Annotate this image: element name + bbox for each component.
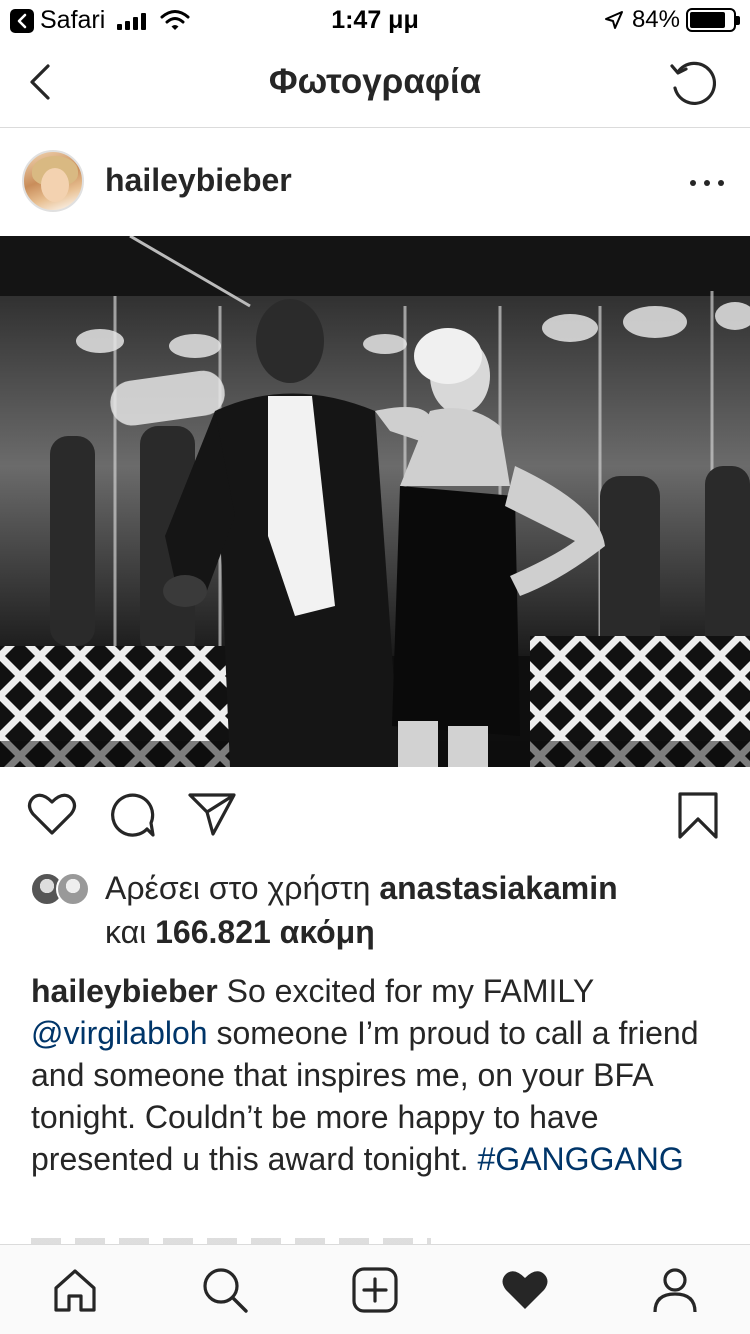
likes-prefix: Αρέσει στο χρήστη — [105, 870, 371, 906]
heart-outline-icon[interactable] — [27, 791, 77, 837]
caption-hashtag[interactable]: #GANGGANG — [478, 1141, 684, 1177]
likes-and: και — [105, 914, 147, 950]
battery-fill — [690, 12, 726, 28]
post-header: haileybieber — [0, 128, 750, 236]
post-username[interactable]: haileybieber — [105, 162, 292, 199]
likes-summary[interactable]: Αρέσει στο χρήστη anastasiakamin και 166… — [0, 868, 750, 958]
post-caption: haileybieber So excited for my FAMILY @v… — [31, 970, 731, 1180]
home-icon[interactable] — [48, 1263, 102, 1317]
search-icon[interactable] — [198, 1263, 252, 1317]
liker-avatars — [30, 872, 94, 908]
page-title: Φωτογραφία — [268, 62, 482, 101]
avatar-face — [41, 168, 69, 202]
status-right: 84% — [604, 6, 740, 34]
send-icon[interactable] — [187, 791, 237, 837]
photo-illustration — [0, 236, 750, 767]
nav-bar: Φωτογραφία — [0, 40, 750, 128]
battery-icon — [686, 8, 740, 32]
likes-line-2: και 166.821 ακόμη — [105, 914, 375, 951]
battery-percent: 84% — [631, 6, 680, 33]
caption-text-1: So excited for my FAMILY — [226, 973, 594, 1009]
add-post-icon[interactable] — [348, 1263, 402, 1317]
action-bar — [0, 767, 750, 867]
activity-heart-icon[interactable] — [498, 1263, 552, 1317]
bookmark-icon[interactable] — [676, 791, 720, 841]
location-arrow-icon — [604, 11, 623, 29]
post-photo[interactable] — [0, 236, 750, 767]
refresh-icon[interactable] — [668, 58, 720, 110]
likes-count[interactable]: 166.821 ακόμη — [155, 914, 375, 950]
caption-username[interactable]: haileybieber — [31, 973, 218, 1009]
comment-icon[interactable] — [107, 791, 157, 839]
liker-avatar — [56, 872, 90, 906]
battery-cap — [736, 16, 740, 25]
avatar[interactable] — [22, 150, 84, 212]
likes-line-1: Αρέσει στο χρήστη anastasiakamin — [105, 870, 618, 907]
status-bar: Safari 1:47 μμ 84% — [0, 0, 750, 40]
likes-user[interactable]: anastasiakamin — [379, 870, 617, 906]
caption-mention[interactable]: @virgilabloh — [31, 1015, 208, 1051]
more-horizontal-icon[interactable] — [690, 166, 724, 200]
profile-icon[interactable] — [648, 1263, 702, 1317]
tab-bar — [0, 1244, 750, 1334]
